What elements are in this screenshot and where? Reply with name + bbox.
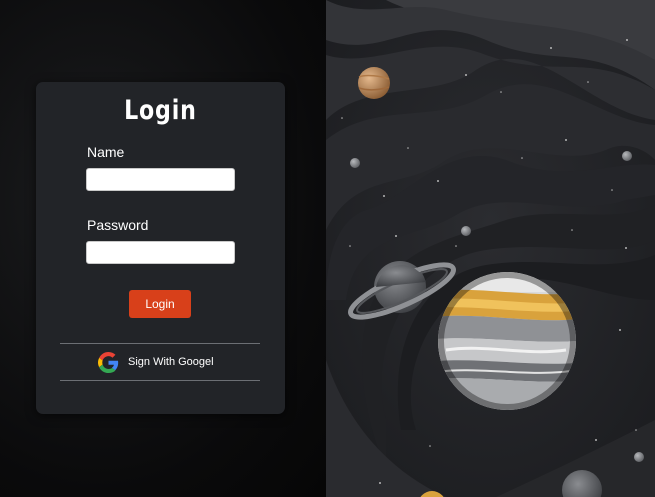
- password-label: Password: [87, 217, 149, 233]
- name-label: Name: [87, 144, 125, 160]
- name-input[interactable]: [86, 168, 235, 191]
- login-page: Login Name Password Login Sign With Goog…: [0, 0, 655, 497]
- space-illustration: [326, 0, 655, 497]
- divider-bottom: [60, 380, 260, 381]
- divider-top: [60, 343, 260, 344]
- login-button[interactable]: Login: [129, 290, 191, 318]
- google-signin-button[interactable]: Sign With Googel: [98, 351, 214, 373]
- password-input[interactable]: [86, 241, 235, 264]
- login-title: Login: [124, 95, 197, 126]
- google-g-icon: [98, 351, 119, 373]
- google-signin-label: Sign With Googel: [128, 356, 214, 368]
